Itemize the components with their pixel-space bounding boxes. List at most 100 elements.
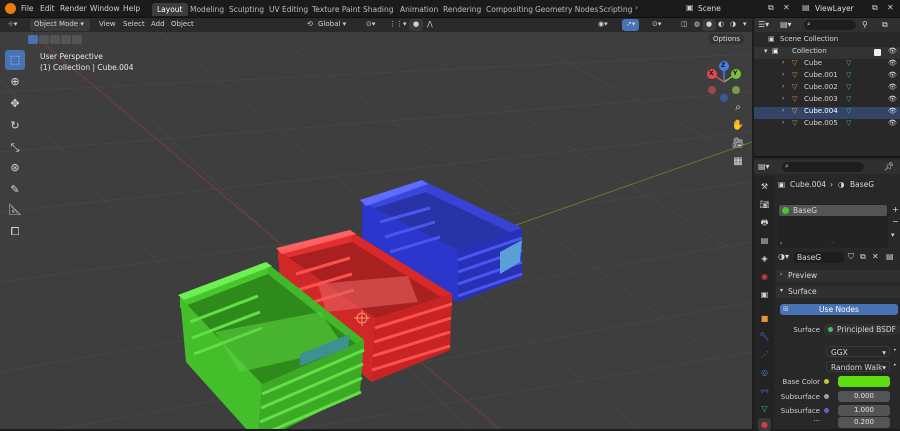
surface-shader-field[interactable]: Principled BSDF [824, 324, 900, 335]
expand-arrow-icon[interactable]: › [782, 107, 784, 114]
object-menu[interactable]: Object [167, 19, 198, 31]
measure-tool-icon[interactable]: 📐︎ [5, 200, 25, 220]
material-slot-list[interactable]: BaseG ⋯ [778, 204, 888, 248]
remove-slot-icon[interactable]: − [892, 217, 899, 226]
expand-arrow-icon[interactable]: › [782, 95, 784, 102]
visibility-icon[interactable]: 👁︎ [888, 71, 897, 79]
pan-hand-icon[interactable]: ✋ [730, 118, 746, 134]
list-resize-icon[interactable]: ⋯ [830, 240, 835, 246]
outliner-row-collection[interactable]: ▾ ▣ Collection 👁︎ [754, 47, 900, 59]
perspective-toggle-icon[interactable]: ▦ [730, 154, 746, 170]
collection-tab-icon[interactable]: ▣ [758, 288, 771, 301]
visibility-icon[interactable]: 👁︎ [888, 107, 897, 115]
outliner-row-cube003[interactable]: › ▽ Cube.003 ▽ 👁︎ [754, 95, 900, 107]
select-box-tool-icon[interactable]: ⬚ [5, 50, 25, 70]
properties-editor-icon[interactable]: ▤▾ [758, 162, 770, 171]
select-menu[interactable]: Select [119, 19, 149, 31]
panel-divider[interactable] [754, 156, 900, 158]
add-cube-tool-icon[interactable]: ⧠ [5, 222, 25, 242]
copy-scene-icon[interactable]: ⧉ [768, 3, 774, 13]
snap-icon[interactable]: ⋮⋮▾ [385, 19, 411, 31]
expand-arrow-icon[interactable]: › [782, 71, 784, 78]
add-menu[interactable]: Add [147, 19, 169, 31]
editor-type-icon[interactable]: ⊹▾ [4, 19, 21, 31]
outliner-row-scene-collection[interactable]: ▣ Scene Collection [754, 35, 900, 47]
preview-section-header[interactable]: › Preview [776, 270, 900, 282]
navigation-gizmo[interactable]: X Y Z [702, 60, 746, 104]
cursor-tool-icon[interactable]: ⊕ [5, 72, 25, 92]
delete-viewlayer-icon[interactable]: ✕ [887, 3, 894, 12]
visibility-icon[interactable]: ◉▾ [594, 19, 612, 31]
gizmo-toggle-icon[interactable]: ↗▾ [622, 19, 640, 31]
constraints-tab-icon[interactable]: ⧟ [758, 384, 771, 397]
menu-help[interactable]: Help [123, 4, 140, 13]
fake-user-icon[interactable]: ⛉ [848, 252, 854, 262]
outliner-row-cube002[interactable]: › ▽ Cube.002 ▽ 👁︎ [754, 83, 900, 95]
options-button[interactable]: Options [709, 34, 745, 44]
rotate-tool-icon[interactable]: ↻ [5, 116, 25, 136]
expand-arrow-icon[interactable]: ▾ [764, 47, 768, 55]
output-tab-icon[interactable]: 🖶︎ [758, 216, 771, 229]
material-slot-item[interactable]: BaseG [779, 205, 887, 216]
material-name-field[interactable]: BaseG [794, 252, 844, 263]
orientation-dropdown[interactable]: Global ▾ [314, 19, 362, 31]
visibility-icon[interactable]: 👁︎ [888, 59, 897, 67]
viewlayer-browse-icon[interactable]: ▤ [802, 3, 810, 12]
select-subtract-icon[interactable] [50, 35, 60, 44]
base-color-swatch[interactable] [838, 376, 890, 387]
outliner-row-cube[interactable]: › ▽ Cube ▽ 👁︎ [754, 59, 900, 71]
outliner-filter-icon[interactable]: ⚲ [862, 20, 868, 29]
subsurface-field[interactable]: 0.000 [838, 391, 890, 402]
scroll-right-icon[interactable]: › [635, 3, 638, 12]
menu-file[interactable]: File [21, 4, 34, 13]
outliner-search-icon[interactable]: ⌕ [804, 20, 856, 30]
outliner-display-icon[interactable]: ▤▾ [780, 20, 792, 29]
outliner-row-cube005[interactable]: › ▽ Cube.005 ▽ 👁︎ [754, 119, 900, 131]
surface-section-header[interactable]: ▾ Surface [776, 286, 900, 298]
falloff-icon[interactable]: ⋀ [423, 19, 437, 31]
menu-window[interactable]: Window [90, 4, 120, 13]
scale-tool-icon[interactable]: ⤡ [5, 138, 25, 158]
view-menu[interactable]: View [95, 19, 120, 31]
tab-uv-editing[interactable]: UV Editing [264, 3, 313, 16]
unlink-material-icon[interactable]: ✕ [872, 252, 879, 261]
expand-arrow-icon[interactable]: › [782, 83, 784, 90]
select-intersect-icon[interactable] [72, 35, 82, 44]
data-tab-icon[interactable]: ▽ [758, 402, 771, 415]
pivot-icon[interactable]: ⊙▾ [362, 19, 379, 31]
visibility-icon[interactable]: 👁︎ [888, 95, 897, 103]
tab-modeling[interactable]: Modeling [185, 3, 229, 16]
select-invert-icon[interactable] [61, 35, 71, 44]
scene-browse-icon[interactable]: ▣ [686, 3, 694, 12]
subsurface-radius-x-field[interactable]: 1.000 [838, 405, 890, 416]
viewlayer-name-field[interactable]: ViewLayer [815, 4, 870, 13]
browse-extra-icon[interactable]: ▤ [886, 252, 894, 261]
mode-dropdown[interactable]: Object Mode ▾ [30, 19, 90, 31]
shading-rendered-icon[interactable]: ◑ [726, 19, 740, 31]
outliner-editor-icon[interactable]: ☰▾ [758, 20, 769, 29]
tab-animation[interactable]: Animation [395, 3, 443, 16]
pin-icon[interactable]: 📌︎ [884, 162, 894, 171]
tab-layout[interactable]: Layout [152, 3, 188, 16]
distribution-dropdown[interactable]: GGX ▾ [826, 346, 890, 357]
tab-scripting[interactable]: Scripting [594, 3, 637, 16]
tab-sculpting[interactable]: Sculpting [224, 3, 269, 16]
move-tool-icon[interactable]: ✥ [5, 94, 25, 114]
socket-dot-icon[interactable] [824, 394, 829, 399]
shading-dropdown-icon[interactable]: ▾ [739, 19, 751, 31]
select-new-icon[interactable] [28, 35, 38, 44]
collection-visibility-icon[interactable]: 👁︎ [888, 47, 897, 55]
outliner-row-cube001[interactable]: › ▽ Cube.001 ▽ 👁︎ [754, 71, 900, 83]
physics-tab-icon[interactable]: ◎ [758, 366, 771, 379]
overlays-icon[interactable]: ⊙▾ [648, 19, 665, 31]
menu-edit[interactable]: Edit [40, 4, 55, 13]
properties-search-icon[interactable]: ⌕ [782, 162, 864, 172]
camera-view-icon[interactable]: 🎥︎ [730, 136, 746, 152]
add-slot-icon[interactable]: + [892, 205, 899, 214]
socket-dot-icon[interactable] [824, 379, 829, 384]
collection-checkbox-icon[interactable] [874, 49, 881, 56]
subsurface-radius-y-field[interactable]: 0.200 [838, 417, 890, 428]
view-layer-tab-icon[interactable]: ▤ [758, 234, 771, 247]
tool-tab-icon[interactable]: ⚒ [758, 180, 771, 193]
browse-material-icon[interactable]: ◑▾ [778, 252, 789, 261]
